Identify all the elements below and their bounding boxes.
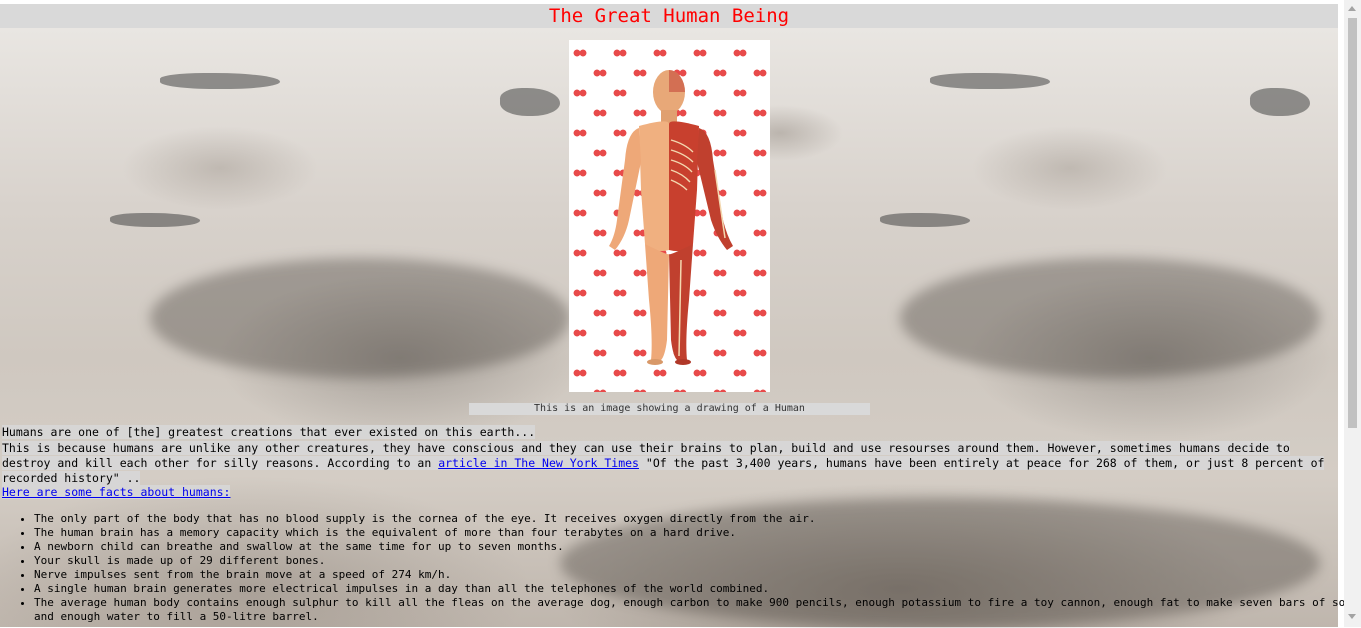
facts-list: The only part of the body that has no bl… [0,512,1361,624]
human-figure-icon [609,70,733,365]
smoke-cloud [150,258,570,378]
fact-text: The average human body contains enough s… [34,596,1359,623]
list-item: The human brain has a memory capacity wh… [34,526,1361,540]
helicopter-silhouette [500,88,560,116]
helicopter-silhouette [1250,88,1310,116]
nyt-article-link[interactable]: article in The New York Times [438,456,639,470]
fact-text: A single human brain generates more elec… [34,582,770,595]
scroll-down-arrow-icon[interactable] [1348,614,1356,619]
facts-heading-link[interactable]: Here are some facts about humans: [2,485,231,499]
facts-heading-wrapper: Here are some facts about humans: [2,485,1338,500]
vertical-scrollbar[interactable] [1344,0,1361,627]
plane-silhouette [880,213,970,227]
page-title: The Great Human Being [548,5,790,27]
list-item: Your skull is made up of 29 different bo… [34,554,1361,568]
fact-text: The human brain has a memory capacity wh… [34,526,736,539]
scrollbar-thumb[interactable] [1348,18,1357,428]
plane-silhouette [930,73,1050,89]
list-item: A single human brain generates more elec… [34,582,1361,596]
fact-text: A newborn child can breathe and swallow … [34,540,564,553]
list-item: A newborn child can breathe and swallow … [34,540,1361,554]
scroll-up-arrow-icon[interactable] [1348,6,1356,11]
list-item: The average human body contains enough s… [34,596,1361,624]
plane-silhouette [160,73,280,89]
intro-text: Humans are one of [the] greatest creatio… [2,425,1338,440]
fact-text: Your skull is made up of 29 different bo… [34,554,326,567]
human-anatomy-image [569,40,770,392]
list-item: Nerve impulses sent from the brain move … [34,568,1361,582]
intro-sentence: Humans are one of [the] greatest creatio… [2,425,536,439]
fact-text: The only part of the body that has no bl… [34,512,816,525]
title-bar: The Great Human Being [0,4,1338,28]
list-item: The only part of the body that has no bl… [34,512,1361,526]
plane-silhouette [110,213,200,227]
fact-text: Nerve impulses sent from the brain move … [34,568,452,581]
main-paragraph: This is because humans are unlike any ot… [2,441,1338,486]
image-caption: This is an image showing a drawing of a … [469,403,870,415]
smoke-cloud [900,258,1320,378]
